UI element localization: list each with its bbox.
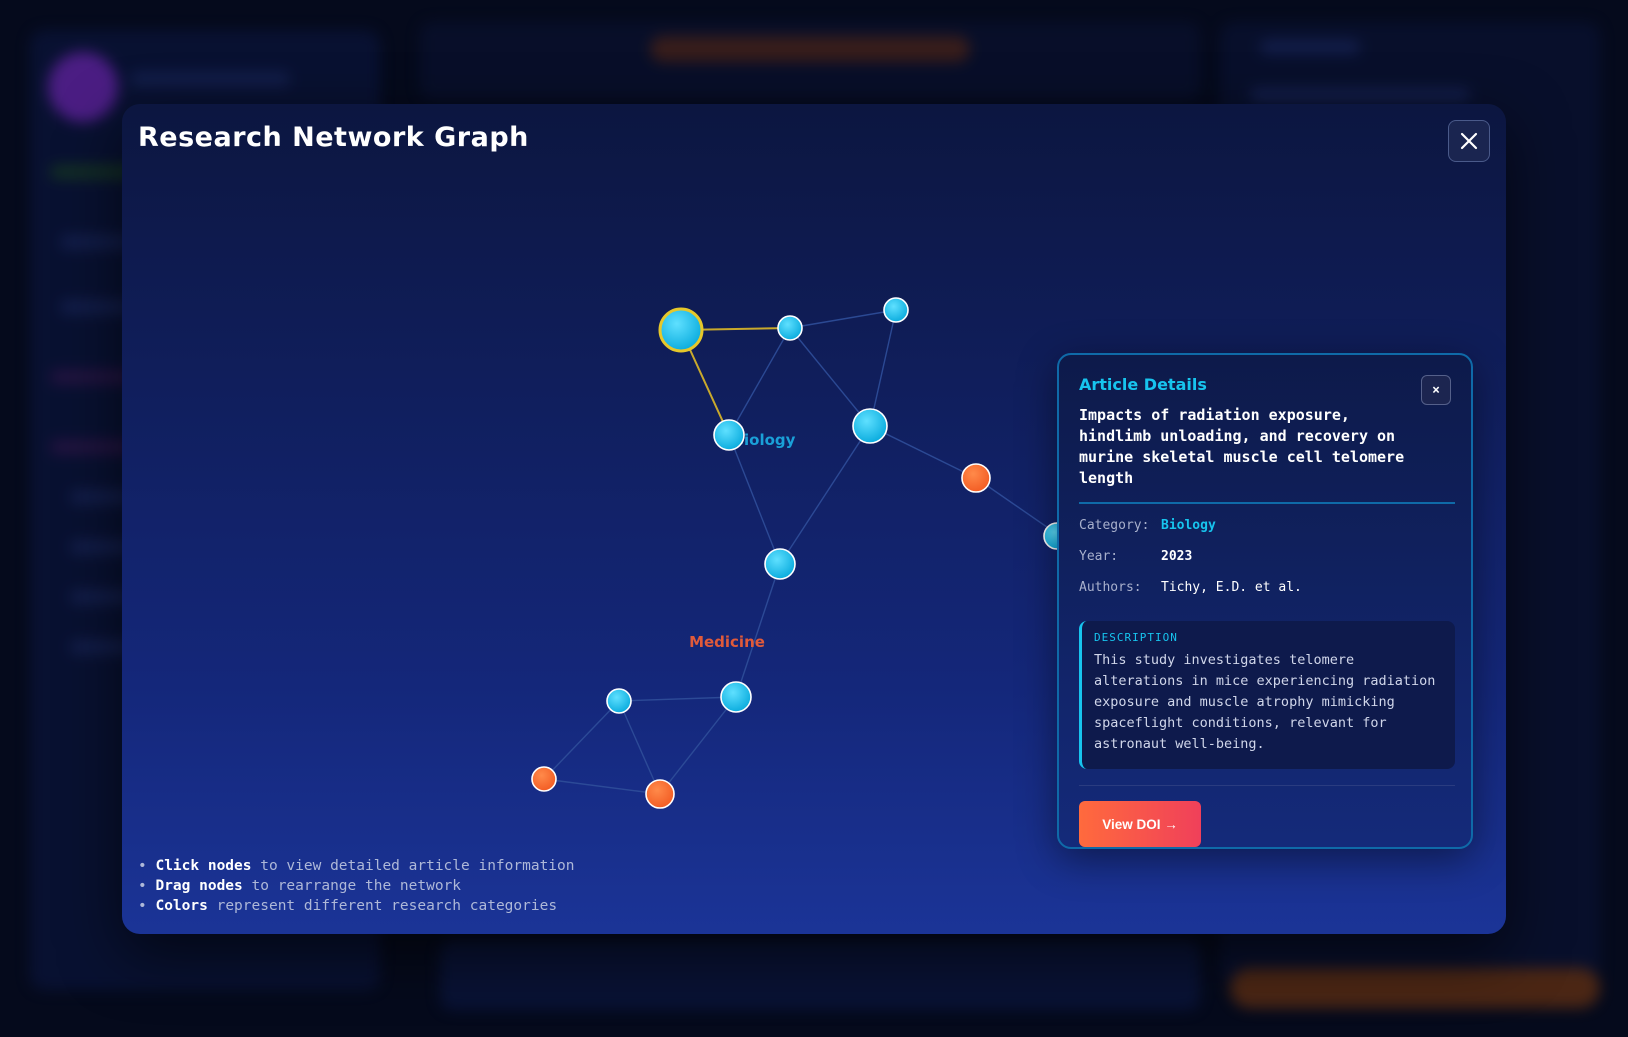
graph-hints: • Click nodes to view detailed article i… — [138, 856, 575, 916]
graph-edge — [543, 778, 661, 795]
graph-edges — [543, 309, 1058, 795]
graph-node[interactable] — [852, 408, 888, 444]
background-avatar — [48, 52, 118, 122]
background-line — [1260, 40, 1360, 54]
graph-node[interactable] — [713, 419, 745, 451]
meta-category: Category: Biology — [1079, 518, 1216, 533]
graph-node[interactable] — [961, 463, 991, 493]
category-value: Biology — [1161, 518, 1216, 533]
panel-title: Article Details — [1079, 375, 1207, 394]
graph-node[interactable] — [720, 681, 752, 713]
graph-edge — [728, 327, 791, 436]
graph-node[interactable] — [777, 315, 803, 341]
hint-text: to rearrange the network — [242, 878, 462, 894]
graph-edge — [659, 696, 737, 795]
article-details-panel: Article Details × Impacts of radiation e… — [1057, 353, 1473, 849]
hint-item: • Click nodes to view detailed article i… — [138, 858, 575, 874]
graph-node[interactable] — [606, 688, 632, 714]
background-footer — [440, 940, 1200, 1010]
article-title: Impacts of radiation exposure, hindlimb … — [1079, 406, 1405, 487]
graph-node-selected[interactable] — [658, 307, 704, 353]
divider — [1079, 785, 1455, 786]
authors-value: Tichy, E.D. et al. — [1161, 580, 1302, 595]
description-label: DESCRIPTION — [1094, 631, 1178, 644]
hint-item: • Colors represent different research ca… — [138, 898, 558, 914]
hint-text: to view detailed article information — [251, 858, 575, 874]
hint-bold: Click nodes — [155, 858, 252, 874]
graph-edge — [728, 434, 781, 565]
hint-bold: Drag nodes — [155, 878, 243, 894]
graph-node[interactable] — [764, 548, 796, 580]
year-value: 2023 — [1161, 549, 1193, 564]
hint-text: represent different research categories — [207, 898, 558, 914]
graph-node[interactable] — [531, 766, 557, 792]
background-pill — [650, 36, 970, 62]
background-orange-button — [1230, 968, 1600, 1008]
graph-edge — [869, 309, 897, 427]
graph-node[interactable] — [645, 779, 675, 809]
meta-key: Category: — [1079, 518, 1150, 533]
graph-edge — [618, 696, 737, 702]
description-box: DESCRIPTION This study investigates telo… — [1079, 621, 1455, 769]
hint-bold: Colors — [155, 898, 208, 914]
graph-node[interactable] — [883, 297, 909, 323]
meta-key: Year: — [1079, 549, 1119, 564]
graph-edge — [543, 700, 620, 780]
hint-item: • Drag nodes to rearrange the network — [138, 878, 462, 894]
meta-key: Authors: — [1079, 580, 1142, 595]
background-line — [130, 72, 290, 86]
graph-nodes[interactable] — [531, 297, 1071, 809]
graph-edge — [735, 563, 781, 698]
network-graph-modal: Research Network Graph Biology Medicine … — [122, 104, 1506, 934]
background-line — [1250, 88, 1470, 102]
panel-close-button[interactable]: × — [1421, 375, 1451, 405]
graph-edge — [618, 700, 661, 795]
description-text: This study investigates telomere alterat… — [1094, 652, 1436, 752]
graph-edge — [789, 309, 897, 329]
meta-year: Year: 2023 — [1079, 549, 1192, 564]
divider — [1079, 502, 1455, 504]
meta-authors: Authors: Tichy, E.D. et al. — [1079, 580, 1302, 595]
cluster-label-medicine: Medicine — [689, 633, 765, 651]
graph-edge — [789, 327, 871, 427]
view-doi-button[interactable]: View DOI → — [1079, 801, 1201, 847]
